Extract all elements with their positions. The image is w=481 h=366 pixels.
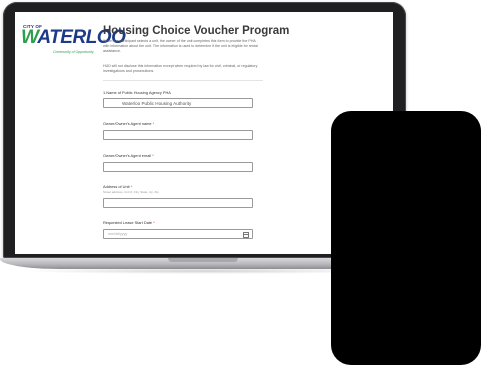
pha-name-label: 1.Name of Public Housing Agency PHA	[103, 90, 171, 95]
unit-address-hint: Street address, Unit #, City, State, zip…	[103, 190, 159, 194]
lease-start-label: Requested Lease Start Date *	[103, 220, 155, 225]
owner-email-input[interactable]	[103, 162, 253, 172]
form-notice: HUD will not disclose this information e…	[103, 64, 258, 73]
pha-name-label-text: 1.Name of Public Housing Agency PHA	[103, 90, 171, 95]
owner-name-label-text: Owner/Owner's Agent name	[103, 121, 152, 126]
owner-email-label-text: Owner/Owner's Agent email	[103, 153, 152, 158]
unit-address-label: Address of Unit *	[103, 184, 132, 189]
required-asterisk: *	[152, 153, 154, 158]
unit-address-input[interactable]	[103, 198, 253, 208]
calendar-icon[interactable]	[243, 232, 249, 238]
unit-address-label-text: Address of Unit	[103, 184, 130, 189]
logo-wordmark-initial: W	[21, 27, 38, 48]
owner-name-input[interactable]	[103, 130, 253, 140]
city-logo: CITY OF WATERLOO Community of Opportunit…	[21, 24, 126, 68]
laptop-notch	[168, 258, 238, 262]
lease-start-placeholder: mm/dd/yyyy	[108, 232, 128, 236]
required-asterisk: *	[130, 184, 133, 189]
lease-start-label-text: Requested Lease Start Date	[103, 220, 153, 225]
form-title: Housing Choice Voucher Program	[103, 25, 290, 37]
pha-name-input[interactable]: Waterloo Public Housing Authority	[103, 98, 253, 108]
form-divider	[103, 80, 263, 81]
required-asterisk: *	[152, 121, 155, 126]
owner-name-label: Owner/Owner's Agent name *	[103, 121, 154, 126]
owner-email-label: Owner/Owner's Agent email *	[103, 153, 154, 158]
required-asterisk: *	[153, 220, 155, 225]
phone-device	[331, 111, 481, 365]
lease-start-date-input[interactable]: mm/dd/yyyy	[103, 229, 253, 239]
form-intro: When the participant selects a unit, the…	[103, 39, 258, 53]
logo-tagline: Community of Opportunity	[53, 50, 94, 54]
